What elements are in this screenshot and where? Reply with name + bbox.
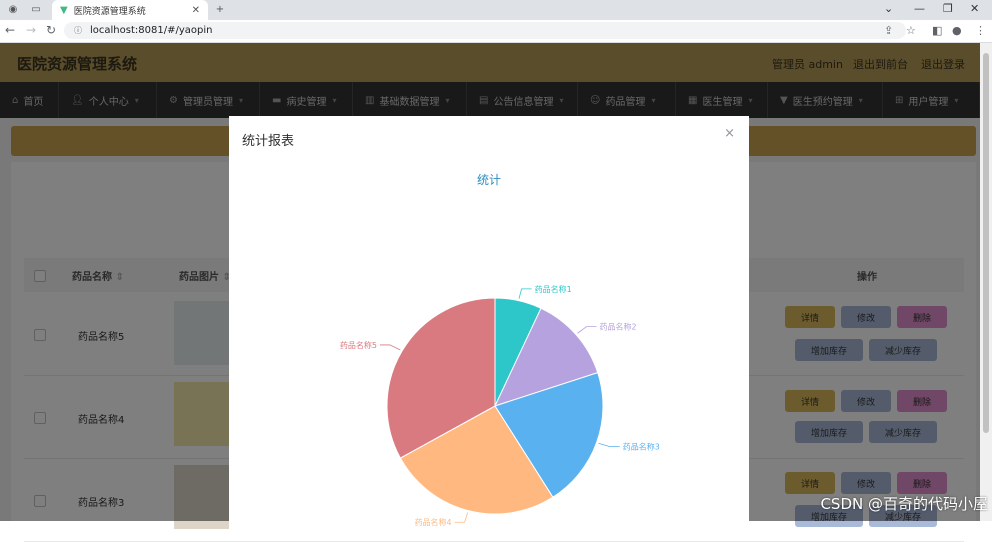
- sidebar-icon[interactable]: ◧: [932, 24, 942, 37]
- pie-label-line-3: [598, 442, 620, 448]
- pie-label-3: 药品名称3: [623, 442, 660, 452]
- browser-tab-bar: ◉ ▭ ▼ 医院资源管理系统 ✕ + ⌄ — ❐ ✕: [0, 0, 992, 20]
- pie-label-1: 药品名称1: [535, 284, 572, 294]
- bookmark-star-icon[interactable]: ☆: [906, 24, 916, 37]
- share-icon[interactable]: ⇪: [884, 24, 893, 37]
- tab-title: 医院资源管理系统: [73, 6, 146, 17]
- pie-label-line-1: [518, 288, 532, 299]
- pie-label-5: 药品名称5: [340, 340, 377, 350]
- stats-report-dialog: 统计报表 × 统计 药品名称1 药品名称2 药品名称3 药品名称4 药品名称5: [229, 116, 749, 536]
- url-field[interactable]: ⓘ localhost:8081/#/yaopin: [64, 22, 906, 39]
- pie-chart: 药品名称1 药品名称2 药品名称3 药品名称4 药品名称5: [340, 284, 660, 527]
- address-bar: ← → ↻ ⓘ localhost:8081/#/yaopin ⇪ ☆ ◧ ● …: [0, 20, 992, 43]
- url-text: localhost:8081/#/yaopin: [90, 25, 213, 36]
- watermark-text: CSDN @百奇的代码小屋: [820, 495, 988, 513]
- page-scrollbar[interactable]: [980, 43, 992, 521]
- new-tab-icon[interactable]: +: [214, 3, 226, 15]
- profile-icon[interactable]: ●: [952, 24, 962, 37]
- pie-label-4: 药品名称4: [415, 517, 452, 527]
- window-close-icon[interactable]: ✕: [970, 2, 979, 15]
- chrome-menu-icon[interactable]: ⋮: [975, 24, 986, 37]
- pie-label-line-5: [379, 344, 401, 351]
- vue-logo-icon: ▼: [60, 4, 68, 16]
- pie-label-line-2: [577, 326, 597, 334]
- back-icon[interactable]: ←: [5, 23, 15, 37]
- forward-icon[interactable]: →: [26, 23, 36, 37]
- tab-close-icon[interactable]: ✕: [192, 5, 200, 16]
- info-icon[interactable]: ⓘ: [74, 25, 82, 36]
- tab-search-icon[interactable]: ⌄: [884, 2, 893, 15]
- pie-label-2: 药品名称2: [600, 322, 637, 332]
- reload-icon[interactable]: ↻: [46, 23, 56, 37]
- scrollbar-thumb[interactable]: [983, 53, 989, 433]
- inactive-tab-icon[interactable]: ▭: [30, 3, 42, 15]
- minimize-icon[interactable]: —: [914, 2, 925, 15]
- browser-tab-active[interactable]: ▼ 医院资源管理系统 ✕: [52, 0, 208, 20]
- browser-menu-icon[interactable]: ◉: [7, 3, 19, 15]
- restore-icon[interactable]: ❐: [943, 2, 953, 15]
